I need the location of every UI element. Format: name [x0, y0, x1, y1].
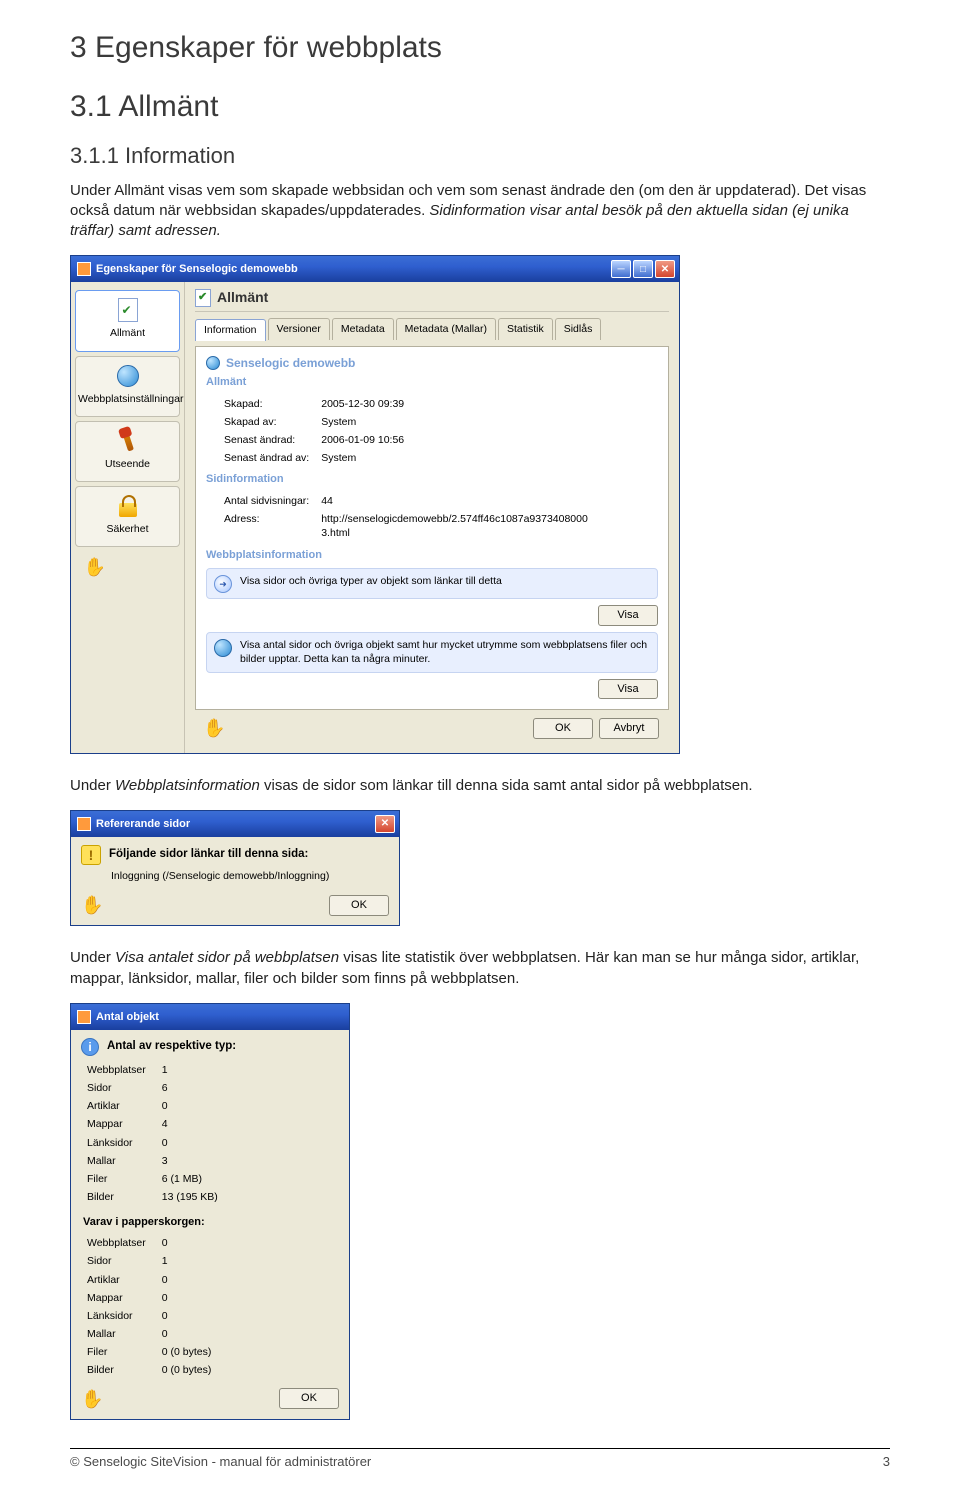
side-nav: Allmänt Webbplatsinställningar Utseende … — [71, 282, 185, 752]
footer-copyright: © Senselogic SiteVision - manual för adm… — [70, 1453, 371, 1471]
ok-button[interactable]: OK — [279, 1388, 339, 1409]
sheet-check-icon — [118, 298, 138, 322]
globe-icon — [117, 365, 139, 387]
obj-heading: i Antal av respektive typ: — [81, 1038, 339, 1056]
table-allmant: Skapad:2005-12-30 09:39 Skapad av:System… — [222, 394, 416, 469]
globe-icon — [214, 639, 232, 657]
titlebar[interactable]: Antal objekt — [71, 1004, 349, 1030]
nav-utseende[interactable]: Utseende — [75, 421, 180, 482]
group-allmant-label: Allmänt — [206, 375, 658, 390]
ok-button[interactable]: OK — [329, 895, 389, 916]
ok-button[interactable]: OK — [533, 718, 593, 739]
tabs: Information Versioner Metadata Metadata … — [195, 318, 669, 339]
paragraph-2: Under Webbplatsinformation visas de sido… — [70, 776, 890, 796]
table-sidinfo: Antal sidvisningar:44 Adress:http://sens… — [222, 491, 603, 544]
minimize-button[interactable]: ─ — [611, 260, 631, 278]
dialog-referring-pages: Refererande sidor ✕ ! Följande sidor län… — [70, 810, 400, 926]
info-object-count: Visa antal sidor och övriga objekt samt … — [206, 632, 658, 672]
hand-icon: ✋ — [81, 1387, 103, 1411]
brush-icon — [122, 430, 134, 451]
table-trash-count: Webbplatser0 Sidor1 Artiklar0 Mappar0 Lä… — [85, 1233, 227, 1380]
hand-icon: ✋ — [81, 893, 103, 917]
tab-information[interactable]: Information — [195, 319, 266, 340]
table-object-count: Webbplatser1 Sidor6 Artiklar0 Mappar4 Lä… — [85, 1060, 234, 1207]
tab-versioner[interactable]: Versioner — [268, 318, 330, 339]
paragraph-1: Under Allmänt visas vem som skapade webb… — [70, 181, 890, 242]
tab-sidlas[interactable]: Sidlås — [555, 318, 602, 339]
nav-allmant[interactable]: Allmänt — [75, 290, 180, 351]
maximize-button[interactable]: □ — [633, 260, 653, 278]
ref-list-item: Inloggning (/Senselogic demowebb/Inloggn… — [111, 869, 389, 883]
nav-sakerhet[interactable]: Säkerhet — [75, 486, 180, 547]
dialog-properties: Egenskaper för Senselogic demowebb ─ □ ✕… — [70, 255, 680, 753]
app-icon — [77, 262, 91, 276]
link-icon — [214, 575, 232, 593]
footer-page-number: 3 — [883, 1453, 890, 1471]
info-links-to-this: Visa sidor och övriga typer av objekt so… — [206, 568, 658, 599]
window-title: Refererande sidor — [96, 817, 190, 832]
tab-metadata-mallar[interactable]: Metadata (Mallar) — [396, 318, 496, 339]
show-stats-button[interactable]: Visa — [598, 679, 658, 700]
dialog-object-count: Antal objekt i Antal av respektive typ: … — [70, 1003, 350, 1420]
site-name: Senselogic demowebb — [226, 355, 355, 371]
heading-3: 3.1.1 Information — [70, 141, 890, 171]
heading-2: 3.1 Allmänt — [70, 87, 890, 128]
obj-subheading: Varav i papperskorgen: — [83, 1215, 339, 1230]
info-icon: i — [81, 1038, 99, 1056]
app-icon — [77, 1010, 91, 1024]
tab-statistik[interactable]: Statistik — [498, 318, 553, 339]
hand-icon: ✋ — [81, 555, 109, 579]
pane-title: Allmänt — [195, 288, 669, 312]
close-button[interactable]: ✕ — [375, 815, 395, 833]
show-links-button[interactable]: Visa — [598, 605, 658, 626]
ref-heading: ! Följande sidor länkar till denna sida: — [81, 845, 389, 865]
warning-icon: ! — [81, 845, 101, 865]
lock-icon — [119, 503, 137, 517]
close-button[interactable]: ✕ — [655, 260, 675, 278]
titlebar[interactable]: Egenskaper för Senselogic demowebb ─ □ ✕ — [71, 256, 679, 282]
window-title: Egenskaper för Senselogic demowebb — [96, 262, 298, 277]
hand-icon: ✋ — [203, 716, 225, 740]
tab-content: Senselogic demowebb Allmänt Skapad:2005-… — [195, 346, 669, 711]
app-icon — [77, 817, 91, 831]
heading-1: 3 Egenskaper för webbplats — [70, 28, 890, 69]
sheet-check-icon — [195, 289, 211, 307]
group-webbplatsinfo-label: Webbplatsinformation — [206, 548, 658, 563]
globe-icon — [206, 356, 220, 370]
window-title: Antal objekt — [96, 1010, 159, 1025]
paragraph-3: Under Visa antalet sidor på webbplatsen … — [70, 948, 890, 989]
group-sidinfo-label: Sidinformation — [206, 472, 658, 487]
titlebar[interactable]: Refererande sidor ✕ — [71, 811, 399, 837]
tab-metadata[interactable]: Metadata — [332, 318, 394, 339]
nav-webbplatsinstallningar[interactable]: Webbplatsinställningar — [75, 356, 180, 417]
cancel-button[interactable]: Avbryt — [599, 718, 659, 739]
page-footer: © Senselogic SiteVision - manual för adm… — [70, 1448, 890, 1471]
